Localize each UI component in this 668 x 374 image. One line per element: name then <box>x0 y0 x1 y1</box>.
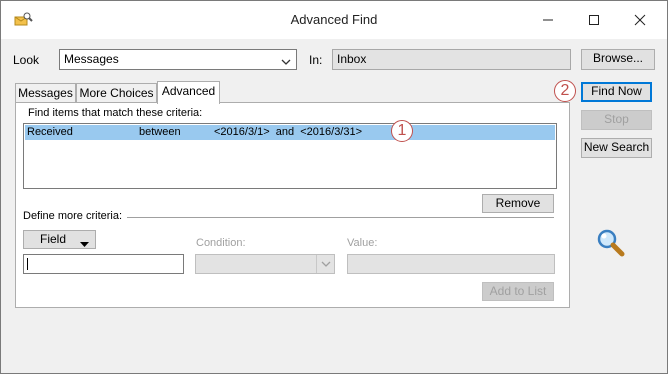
advanced-find-window: Advanced Find Look Messages In: Inbox Br… <box>0 0 668 374</box>
value-input <box>347 254 555 274</box>
field-name-input[interactable] <box>23 254 184 274</box>
step-1-annotation: 1 <box>391 120 413 142</box>
close-button[interactable] <box>617 1 663 39</box>
triangle-down-icon <box>80 236 89 253</box>
tab-advanced[interactable]: Advanced <box>157 81 220 104</box>
in-folder-field: Inbox <box>332 49 571 70</box>
text-cursor <box>27 258 28 270</box>
criteria-list[interactable]: Received between <2016/3/1> and <2016/3/… <box>23 123 557 189</box>
tab-more-choices[interactable]: More Choices <box>76 83 157 104</box>
in-label: In: <box>309 53 323 67</box>
chevron-down-icon <box>281 55 291 69</box>
criteria-row[interactable]: Received between <2016/3/1> and <2016/3/… <box>25 125 555 140</box>
criteria-divider <box>127 217 554 218</box>
criteria-heading: Find items that match these criteria: <box>28 107 203 119</box>
look-label: Look <box>13 53 40 67</box>
find-now-button[interactable]: Find Now <box>581 82 652 102</box>
criteria-value: <2016/3/1> and <2016/3/31> <box>214 126 363 138</box>
maximize-button[interactable] <box>571 1 617 39</box>
browse-button[interactable]: Browse... <box>581 49 655 70</box>
look-value: Messages <box>64 52 119 66</box>
criteria-field: Received <box>27 126 73 138</box>
look-dropdown[interactable]: Messages <box>59 49 297 70</box>
field-button-label: Field <box>40 232 67 246</box>
remove-button[interactable]: Remove <box>482 194 554 213</box>
tab-messages[interactable]: Messages <box>15 83 76 104</box>
magnifier-icon <box>596 229 626 260</box>
field-dropdown-button[interactable]: Field <box>23 230 96 249</box>
define-criteria-heading: Define more criteria: <box>23 210 123 222</box>
criteria-condition: between <box>139 126 181 138</box>
title-bar: Advanced Find <box>1 1 667 39</box>
step-2-annotation: 2 <box>554 80 576 102</box>
chevron-down-icon <box>316 255 334 273</box>
stop-button: Stop <box>581 110 652 130</box>
condition-dropdown <box>195 254 335 274</box>
minimize-button[interactable] <box>525 1 571 39</box>
condition-label: Condition: <box>196 237 246 249</box>
value-label: Value: <box>347 237 378 249</box>
new-search-button[interactable]: New Search <box>581 138 652 158</box>
add-to-list-button: Add to List <box>482 282 554 301</box>
